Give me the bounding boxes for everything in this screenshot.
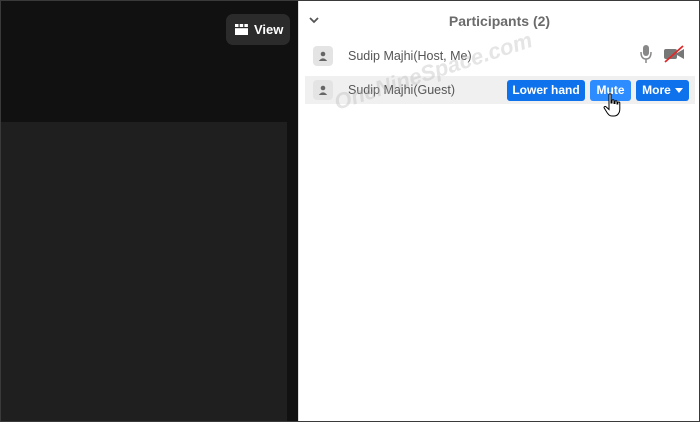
person-icon [318, 51, 328, 61]
video-tile[interactable] [1, 122, 287, 421]
hand-pointer-cursor-icon [603, 93, 621, 122]
panel-title: Participants (2) [448, 13, 551, 29]
more-button[interactable]: More [636, 79, 689, 101]
view-button[interactable]: View [226, 14, 290, 45]
gallery-grid-icon [235, 24, 248, 35]
person-icon [318, 85, 328, 95]
caret-down-icon [674, 87, 683, 93]
more-label: More [642, 83, 671, 97]
participants-panel: Participants (2) Sudip Majhi(Host, Me) S… [298, 1, 699, 421]
view-label: View [254, 22, 284, 37]
lower-hand-button[interactable]: Lower hand [507, 79, 585, 101]
avatar [313, 46, 333, 66]
video-off-icon[interactable] [663, 44, 685, 68]
app-window: View Participants (2) Sudip Majhi(Host, … [0, 0, 700, 422]
microphone-icon[interactable] [639, 44, 653, 69]
avatar [313, 80, 333, 100]
video-area: View [1, 1, 298, 421]
